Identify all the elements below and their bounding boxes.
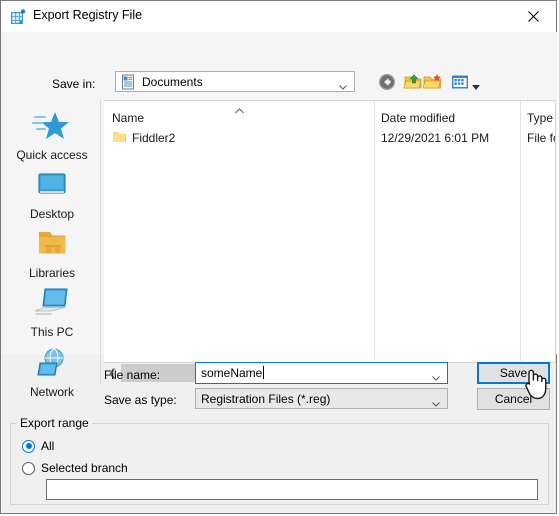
file-name-input[interactable]: someName <box>195 362 448 384</box>
network-globe-icon <box>31 345 73 383</box>
save-button[interactable]: Save <box>477 362 550 384</box>
sidebar-item-this-pc[interactable]: This PC <box>4 285 100 339</box>
table-cell-date-modified: 12/29/2021 6:01 PM <box>381 131 490 145</box>
this-pc-computer-icon <box>31 285 73 323</box>
places-bar: Quick access Desktop Libraries This PC N… <box>4 100 101 399</box>
export-range-title: Export range <box>17 416 92 430</box>
save-as-type-select[interactable]: Registration Files (*.reg) <box>195 388 448 409</box>
save-as-type-value: Registration Files (*.reg) <box>201 392 331 406</box>
cancel-button[interactable]: Cancel <box>477 388 550 410</box>
chevron-down-icon[interactable] <box>339 79 347 90</box>
window-title: Export Registry File <box>33 8 143 22</box>
text-caret <box>263 366 265 379</box>
file-name-value: someName <box>201 366 265 380</box>
libraries-folder-icon <box>31 226 73 264</box>
radio-icon-checked[interactable] <box>22 439 35 453</box>
registry-grid-icon <box>10 9 26 25</box>
export-registry-file-dialog: Export Registry File Save in: Documents … <box>0 0 557 514</box>
views-icon[interactable] <box>450 72 470 92</box>
sidebar-item-quick-access[interactable]: Quick access <box>4 108 100 162</box>
sidebar-item-desktop[interactable]: Desktop <box>4 167 100 221</box>
folder-icon <box>112 129 128 145</box>
file-browser-panel: Save in: Documents Quick access Desktop … <box>2 32 557 399</box>
sidebar-label: This PC <box>30 325 74 339</box>
column-header-date-modified[interactable]: Date modified <box>381 111 455 125</box>
column-header-type[interactable]: Type <box>527 111 553 125</box>
column-header-name[interactable]: Name <box>112 111 144 125</box>
radio-option-selected-branch[interactable]: Selected branch <box>22 461 128 475</box>
file-name-label: File name: <box>104 368 161 382</box>
new-folder-icon[interactable] <box>422 72 443 92</box>
file-list[interactable]: Name Date modified Type Fiddler2 12/29/2… <box>104 100 556 363</box>
table-cell-type: File fo <box>527 131 555 145</box>
chevron-down-icon[interactable] <box>432 396 440 407</box>
desktop-monitor-icon <box>31 167 73 205</box>
up-one-level-icon[interactable] <box>403 72 423 92</box>
save-in-label: Save in: <box>52 77 96 91</box>
radio-label-all: All <box>41 439 55 453</box>
radio-option-all[interactable]: All <box>22 439 54 453</box>
quick-access-star-icon <box>31 108 73 146</box>
documents-folder-icon <box>120 74 136 90</box>
sidebar-label: Quick access <box>16 148 88 162</box>
sidebar-label: Network <box>29 385 74 399</box>
sidebar-item-network[interactable]: Network <box>4 345 100 399</box>
sidebar-label: Desktop <box>29 207 75 221</box>
save-in-combobox[interactable]: Documents <box>115 71 355 92</box>
save-as-type-label: Save as type: <box>104 393 177 407</box>
selected-branch-input[interactable] <box>46 479 538 500</box>
radio-icon-unchecked[interactable] <box>22 461 35 475</box>
radio-label-selected-branch: Selected branch <box>41 461 128 475</box>
sidebar-item-libraries[interactable]: Libraries <box>4 226 100 280</box>
table-cell-name[interactable]: Fiddler2 <box>132 131 175 145</box>
sidebar-label: Libraries <box>28 266 76 280</box>
sort-ascending-icon <box>235 103 244 114</box>
column-divider <box>374 101 375 362</box>
chevron-down-icon[interactable] <box>432 370 440 381</box>
title-bar: Export Registry File <box>1 1 556 32</box>
save-in-value: Documents <box>142 75 203 89</box>
column-divider <box>520 101 521 362</box>
close-icon[interactable] <box>510 1 556 32</box>
back-arrow-icon[interactable] <box>377 72 397 92</box>
chevron-down-icon[interactable] <box>472 79 480 90</box>
